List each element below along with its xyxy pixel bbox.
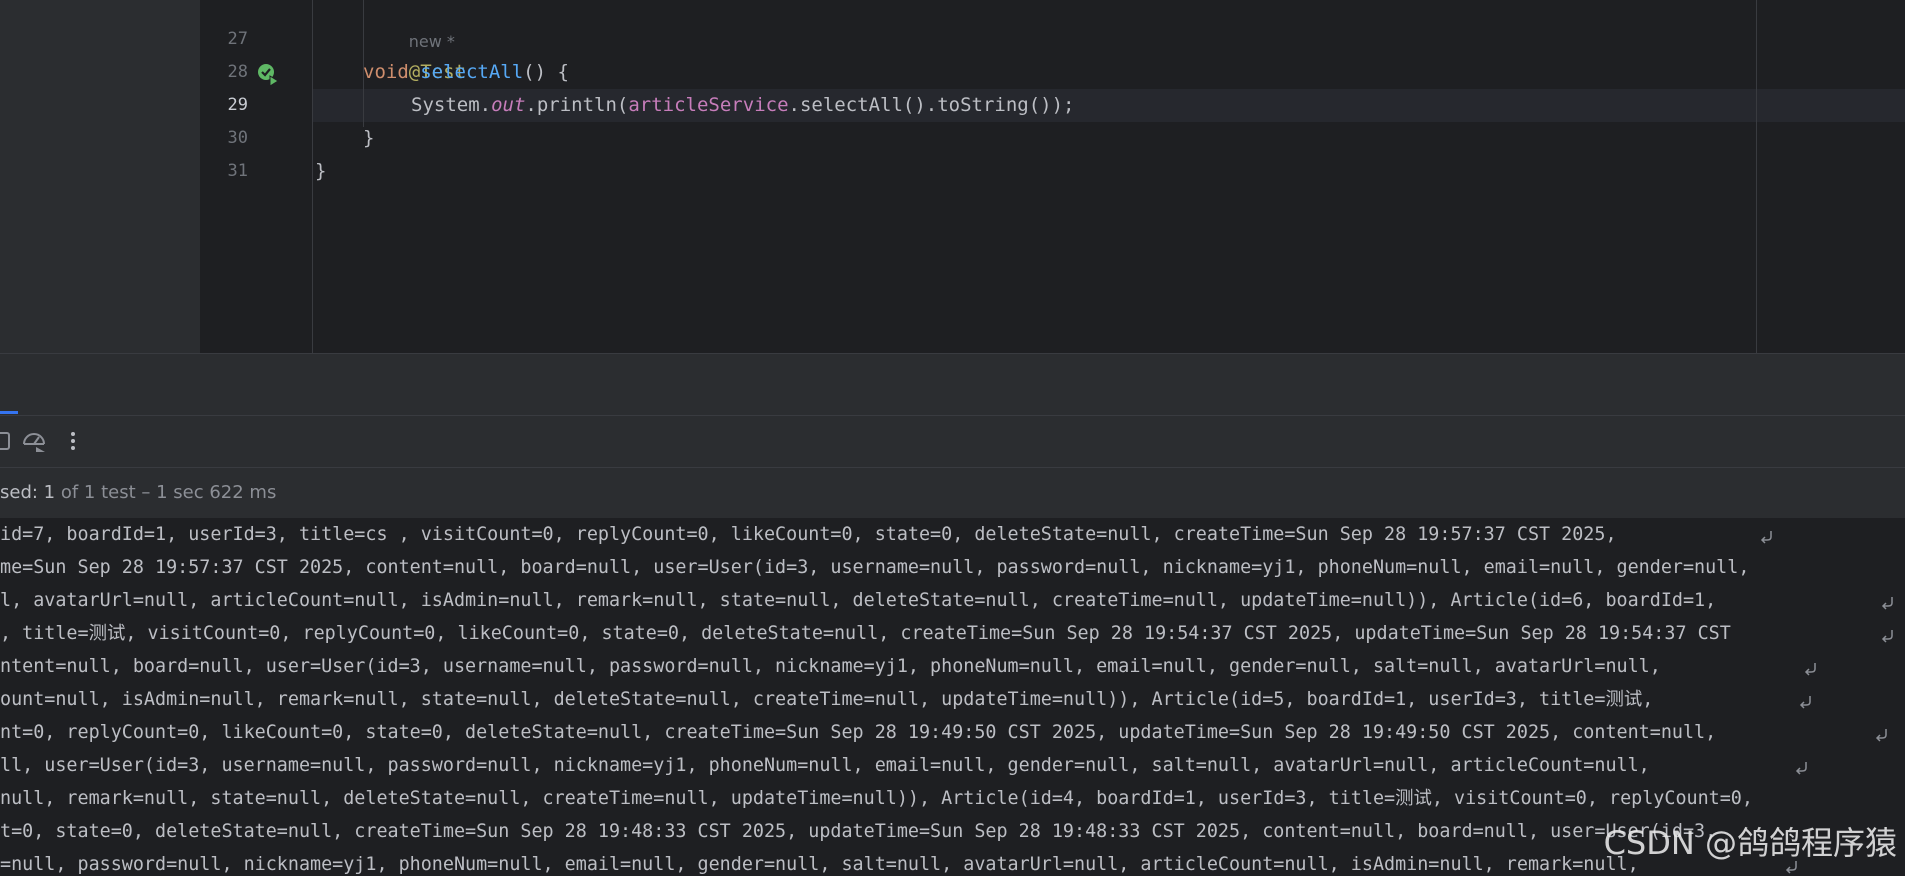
inlay-hint-line: new *: [363, 0, 455, 51]
field-token: articleService: [628, 94, 789, 116]
run-toolbar: [0, 415, 1905, 468]
soft-wrap-icon: [1799, 696, 1811, 709]
console-line: ntent=null, board=null, user=User(id=3, …: [0, 656, 1672, 677]
soft-wrap-icon: [1875, 729, 1887, 742]
tests-summary-detail: of 1 test – 1 sec 622 ms: [55, 482, 277, 503]
line-number[interactable]: 27: [200, 23, 248, 56]
line-number[interactable]: 31: [200, 155, 248, 188]
static-field-token: out: [491, 94, 526, 116]
code-editor[interactable]: new * 27 @Test 28 void selectAll() { 29 …: [0, 0, 1905, 353]
line-number-current[interactable]: 29: [200, 89, 248, 122]
code-line-28[interactable]: void selectAll() {: [363, 56, 569, 89]
console-line: id=7, boardId=1, userId=3, title=cs , vi…: [0, 524, 1628, 545]
code-token: .selectAll().toString());: [788, 94, 1075, 116]
csdn-watermark: CSDN @鸽鸽程序猿: [1603, 824, 1897, 862]
console-line: ll, user=User(id=3, username=null, passw…: [0, 755, 1661, 776]
line-number[interactable]: 30: [200, 122, 248, 155]
code-token: System.: [411, 94, 492, 116]
soft-wrap-icon: [1795, 762, 1807, 775]
code-token: }: [363, 127, 375, 149]
more-options-icon[interactable]: [60, 428, 86, 454]
coverage-icon[interactable]: [21, 428, 47, 454]
code-token: () {: [523, 61, 569, 83]
soft-wrap-icon: [1881, 597, 1893, 610]
soft-wrap-icon: [1804, 663, 1816, 676]
line-number[interactable]: 28: [200, 56, 248, 89]
stop-icon[interactable]: [0, 428, 14, 454]
console-line: nt=0, replyCount=0, likeCount=0, state=0…: [0, 722, 1728, 743]
method-name-token: selectAll: [420, 61, 524, 83]
soft-wrap-icon: [1881, 630, 1893, 643]
keyword-token: void: [363, 61, 409, 83]
console-line: t=0, state=0, deleteState=null, createTi…: [0, 821, 1717, 842]
code-token: }: [315, 160, 327, 182]
soft-wrap-icon: [1760, 531, 1772, 544]
console-line: =null, password=null, nickname=yj1, phon…: [0, 854, 1650, 875]
code-line-30[interactable]: }: [363, 122, 374, 155]
code-line-27[interactable]: @Test: [363, 23, 466, 83]
code-line-29[interactable]: System.out.println(articleService.select…: [411, 89, 1075, 122]
console-line: ount=null, isAdmin=null, remark=null, st…: [0, 689, 1665, 710]
right-margin-guide: [1756, 0, 1757, 353]
run-tool-window-header: [0, 353, 1905, 416]
gutter-divider: [312, 0, 313, 353]
console-line: me=Sun Sep 28 19:57:37 CST 2025, content…: [0, 557, 1750, 578]
active-tab-indicator[interactable]: [0, 411, 18, 414]
code-line-31[interactable]: }: [315, 155, 326, 188]
console-line: null, remark=null, state=null, deleteSta…: [0, 788, 1753, 809]
console-line: , title=测试, visitCount=0, replyCount=0, …: [0, 623, 1742, 644]
project-sidebar-strip: [0, 0, 200, 353]
tests-passed-label: sed: 1: [0, 482, 56, 503]
console-line: l, avatarUrl=null, articleCount=null, is…: [0, 590, 1728, 611]
test-status-bar: sed: 1 of 1 test – 1 sec 622 ms: [0, 467, 1905, 519]
run-test-passed-icon[interactable]: [256, 62, 282, 88]
code-token: .println(: [525, 94, 629, 116]
